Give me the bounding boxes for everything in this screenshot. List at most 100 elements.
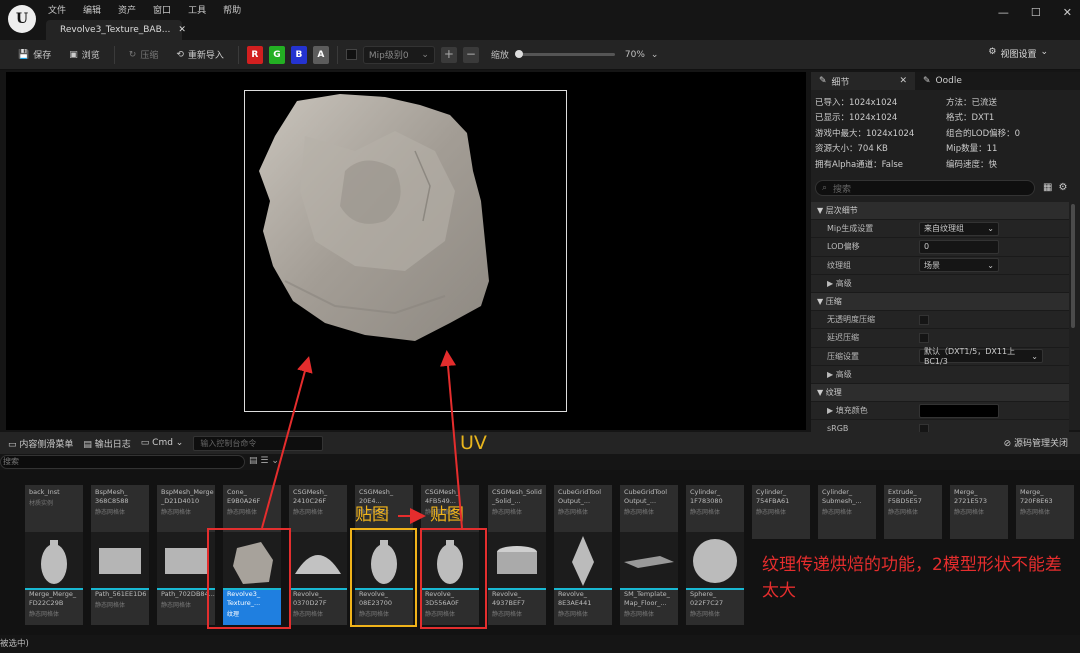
compress-button[interactable]: ↻ 压缩 — [123, 44, 165, 66]
channel-r-toggle[interactable]: R — [246, 45, 263, 64]
menu-item[interactable]: 帮助 — [223, 3, 241, 16]
property-label: 延迟压缩 — [827, 333, 859, 343]
cmd-dropdown[interactable]: ▭ Cmd ⌄ — [141, 438, 184, 448]
asset-card[interactable]: CubeGridTool Output_... 静态网格体 — [554, 485, 612, 539]
bottom-bar: ▭ 内容侧滑菜单 ▤ 输出日志 ▭ Cmd ⌄ 输入控制台命令 ⊘ 源码管理关闭 — [0, 432, 1080, 454]
close-window-icon[interactable]: ✕ — [1063, 6, 1072, 19]
property-category[interactable]: ▼ 压缩 — [811, 292, 1069, 312]
menu-item[interactable]: 文件 — [48, 3, 66, 16]
texture-viewport[interactable] — [6, 72, 806, 430]
channel-a-toggle[interactable]: A — [312, 45, 329, 64]
asset-card[interactable]: BspMesh_ 368C8588 静态网格体 — [91, 485, 149, 539]
zoom-minus-button[interactable]: − — [462, 46, 479, 63]
asset-card[interactable]: Cylinder_ Submesh_... 静态网格体 — [818, 485, 876, 539]
asset-tab[interactable]: Revolve3_Texture_BAB... ✕ — [46, 20, 186, 40]
expand-arrow-icon[interactable]: ▼ — [817, 388, 823, 397]
source-control-button[interactable]: ⊘ 源码管理关闭 — [1004, 436, 1068, 449]
property-category[interactable]: ▼ 层次细节 — [811, 202, 1069, 221]
asset-card[interactable]: back_Inst 材质实例 — [25, 485, 83, 539]
chevron-down-icon[interactable]: ⌄ — [651, 50, 659, 60]
asset-card[interactable]: Merge_Merge_ FD22C29B 静态网格体 — [25, 532, 83, 625]
asset-card[interactable]: Merge_ 720F8E63 静态网格体 — [1016, 485, 1074, 539]
asset-type-bar — [686, 588, 744, 590]
reimport-button[interactable]: ⟲ 重新导入 — [170, 44, 230, 66]
console-command-input[interactable]: 输入控制台命令 — [193, 435, 324, 451]
close-tab-icon[interactable]: ✕ — [178, 25, 186, 35]
asset-card[interactable]: Sphere_ 022F7C27 静态网格体 — [686, 532, 744, 625]
fill-color-swatch[interactable] — [919, 403, 999, 418]
asset-type: 静态网格体 — [954, 509, 985, 516]
property-category[interactable]: ▼ 纹理 — [811, 383, 1069, 403]
browse-button[interactable]: ▣ 浏览 — [63, 44, 106, 66]
menu-item[interactable]: 编辑 — [83, 3, 101, 16]
tab-details[interactable]: ✎ 细节 ✕ — [811, 72, 915, 90]
details-tabs: ✎ 细节 ✕ ✎ Oodle — [811, 72, 1080, 90]
mip-level-dropdown[interactable]: Mip级别0 ⌄ — [362, 45, 435, 64]
asset-name: Merge_ 2721E573 — [954, 488, 988, 505]
channel-g-toggle[interactable]: G — [268, 45, 285, 64]
info-row: 拥有Alpha通道：False 编码速度：快 — [815, 156, 1075, 172]
gear-icon[interactable]: ⚙ — [1058, 182, 1067, 193]
details-search-input[interactable]: ⌕ 搜索 — [815, 180, 1035, 196]
content-search-input[interactable]: 搜索 — [0, 455, 245, 469]
close-tab-icon[interactable]: ✕ — [899, 76, 907, 86]
menu-item[interactable]: 窗口 — [153, 3, 171, 16]
unreal-logo-icon[interactable]: U — [8, 5, 36, 33]
expand-arrow-icon[interactable]: ▼ — [817, 297, 823, 306]
save-search-icon[interactable]: ▤ — [249, 456, 258, 466]
expand-arrow-icon[interactable]: ▶ — [827, 406, 833, 415]
asset-type: 静态网格体 — [293, 611, 324, 618]
property-row[interactable]: ▶ 高级 — [811, 365, 1069, 384]
content-search-options: ▤ ☰ ⌄ — [249, 456, 279, 466]
asset-card[interactable]: Revolve_ 0370D27F 静态网格体 — [289, 532, 347, 625]
property-checkbox[interactable] — [919, 332, 929, 343]
property-row[interactable]: ▶ 高级 — [811, 274, 1069, 293]
menu-item[interactable]: 资产 — [118, 3, 136, 16]
asset-type: 静态网格体 — [822, 509, 853, 516]
maximize-icon[interactable]: ☐ — [1031, 6, 1041, 19]
save-icon: 💾 — [18, 49, 30, 60]
mip-checkbox[interactable] — [345, 49, 357, 60]
asset-type: 静态网格体 — [227, 509, 258, 516]
chevron-down-icon: ⌄ — [421, 49, 429, 60]
filter-icon[interactable]: ☰ — [260, 456, 268, 466]
asset-name: CubeGridTool Output_... — [558, 488, 602, 505]
expand-arrow-icon[interactable]: ▶ — [827, 279, 833, 288]
output-log-button[interactable]: ▤ 输出日志 — [83, 437, 130, 450]
asset-card[interactable]: CSGMesh_ 2410C26F 静态网格体 — [289, 485, 347, 539]
asset-card[interactable]: Merge_ 2721E573 静态网格体 — [950, 485, 1008, 539]
chevron-down-icon: ⌄ — [1031, 351, 1038, 361]
expand-arrow-icon[interactable]: ▼ — [817, 206, 823, 215]
details-scrollbar[interactable] — [1071, 204, 1075, 328]
zoom-value[interactable]: 70% — [625, 50, 645, 60]
menu-item[interactable]: 工具 — [188, 3, 206, 16]
asset-card[interactable]: SM_Template_ Map_Floor_... 静态网格体 — [620, 532, 678, 625]
asset-name: CubeGridTool Output_... — [624, 488, 668, 505]
asset-card[interactable]: CubeGridTool Output_... 静态网格体 — [620, 485, 678, 539]
zoom-slider[interactable] — [514, 50, 615, 58]
asset-card[interactable]: CSGMesh_Solid _Solid_... 静态网格体 — [488, 485, 546, 539]
asset-card[interactable]: Cylinder_ 754FBA61 静态网格体 — [752, 485, 810, 539]
channel-b-toggle[interactable]: B — [290, 45, 307, 64]
asset-card[interactable]: Revolve_ 8E3AE441 静态网格体 — [554, 532, 612, 625]
property-dropdown[interactable]: 来自纹理组 ⌄ — [919, 221, 999, 236]
zoom-slider-knob[interactable] — [514, 50, 523, 58]
asset-card[interactable]: Cylinder_ 1F783080 静态网格体 — [686, 485, 744, 539]
info-left: 资源大小：704 KB — [815, 144, 888, 155]
minimize-icon[interactable]: — — [998, 6, 1009, 19]
property-input[interactable]: 0 — [919, 239, 999, 254]
asset-card[interactable]: Extrude_ F5BD5E57 静态网格体 — [884, 485, 942, 539]
tab-oodle[interactable]: ✎ Oodle — [915, 72, 970, 90]
content-drawer-button[interactable]: ▭ 内容侧滑菜单 — [8, 437, 73, 450]
view-settings-button[interactable]: ⚙ 视图设置 ⌄ — [988, 47, 1048, 60]
asset-card[interactable]: Revolve_ 4937BEF7 静态网格体 — [488, 532, 546, 625]
reimport-icon: ⟲ — [176, 49, 184, 60]
save-button[interactable]: 💾 保存 — [12, 44, 57, 66]
property-dropdown[interactable]: 默认（DXT1/5，DX11上BC1/3 ⌄ — [919, 347, 1043, 366]
table-icon[interactable]: ▦ — [1043, 182, 1052, 193]
property-dropdown[interactable]: 场景 ⌄ — [919, 258, 999, 273]
zoom-plus-button[interactable]: + — [440, 46, 457, 63]
asset-card[interactable]: Path_561EE1D6 静态网格体 — [91, 532, 149, 625]
expand-arrow-icon[interactable]: ▶ — [827, 370, 833, 379]
property-checkbox[interactable] — [919, 314, 929, 325]
